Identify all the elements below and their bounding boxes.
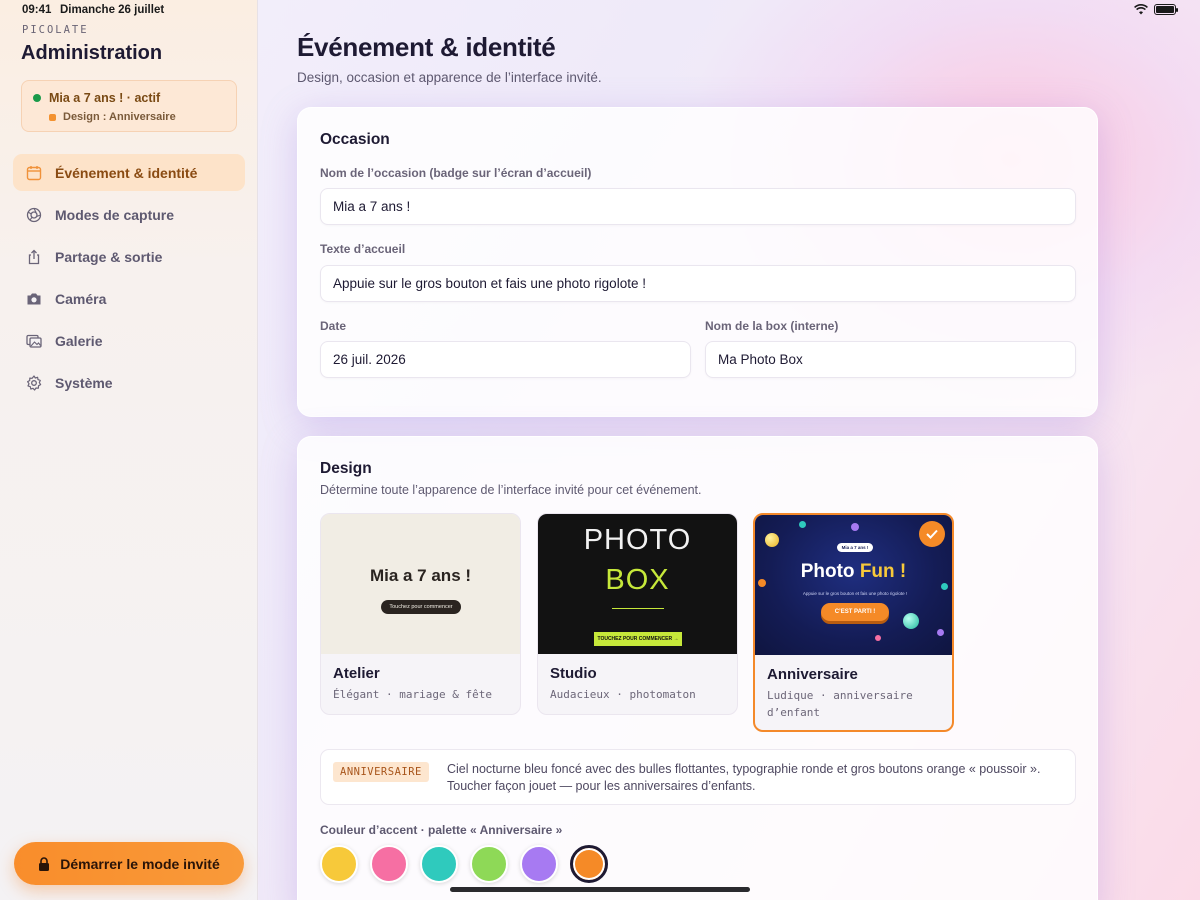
page-subtitle: Design, occasion et apparence de l’inter… [297,70,602,85]
status-date: Dimanche 26 juillet [60,4,165,16]
share-icon [25,248,43,266]
theme-meta: Élégant · mariage & fête [333,688,492,701]
theme-name: Studio [550,665,597,682]
calendar-icon [25,164,43,182]
sidebar-item-label: Système [55,374,113,391]
theme-info-box: ANNIVERSAIRE Ciel nocturne bleu foncé av… [320,749,1076,805]
sidebar-item-label: Événement & identité [55,164,198,181]
sidebar-item-share-output[interactable]: Partage & sortie [13,238,245,275]
theme-card-studio[interactable]: PHOTO BOX TOUCHEZ POUR COMMENCER → Studi… [537,513,738,715]
bubble-decoration [941,583,948,590]
bubble-decoration [799,521,806,528]
date-field[interactable]: 26 juil. 2026 [320,341,691,378]
lock-icon [39,856,50,871]
theme-meta: Audacieux · photomaton [550,688,696,701]
wifi-icon [1134,4,1148,15]
active-status-dot [33,94,41,102]
sidebar-item-capture-modes[interactable]: Modes de capture [13,196,245,233]
occasion-card: Occasion Nom de l’occasion (badge sur l’… [297,107,1098,417]
preview-line-photo: PHOTO [583,524,692,556]
status-bar: 09:41 Dimanche 26 juillet [0,0,1200,22]
preview-divider [612,608,664,609]
page-title: Événement & identité [297,32,556,62]
theme-preview-atelier: Mia a 7 ans ! Touchez pour commencer [321,514,520,654]
sidebar-item-event-identity[interactable]: Événement & identité [13,154,245,191]
preview-title: Photo Fun ! [755,561,952,583]
occasion-heading: Occasion [320,131,390,148]
theme-meta: Ludique · anniversaire d’enfant [767,689,913,719]
accent-color-label: Couleur d’accent · palette « Anniversair… [320,823,563,837]
home-indicator[interactable] [450,887,750,892]
status-time: 09:41 [22,4,52,16]
camera-icon [25,290,43,308]
theme-card-anniversaire[interactable]: Mia a 7 ans ! Photo Fun ! Appuie sur le … [753,513,954,732]
bubble-decoration [903,613,919,629]
occasion-name-label: Nom de l’occasion (badge sur l’écran d’a… [320,166,592,180]
battery-icon [1154,4,1178,15]
start-guest-mode-label: Démarrer le mode invité [60,855,220,872]
preview-welcome-text: Appuie sur le gros bouton et fais une ph… [802,591,908,596]
accent-color-swatch[interactable] [320,845,358,883]
sidebar-item-gallery[interactable]: Galerie [13,322,245,359]
bubble-decoration [851,523,859,531]
bubble-decoration [937,629,944,636]
preview-title-part-b: Fun ! [859,561,907,582]
design-card: Design Détermine toute l’apparence de l’… [297,436,1098,900]
design-description: Détermine toute l’apparence de l’interfa… [320,483,702,497]
active-event-chip[interactable]: Mia a 7 ans ! · actif Design : Anniversa… [21,80,237,132]
sidebar-item-system[interactable]: Système [13,364,245,401]
preview-start-button: Touchez pour commencer [381,600,461,614]
sidebar-item-label: Partage & sortie [55,248,163,265]
box-name-field[interactable]: Ma Photo Box [705,341,1076,378]
preview-title-part-a: Photo [800,561,860,582]
aperture-icon [25,206,43,224]
gear-icon [25,374,43,392]
sidebar-item-label: Caméra [55,290,107,307]
date-label: Date [320,319,347,333]
accent-color-swatch[interactable] [570,845,608,883]
bubble-decoration [765,533,779,547]
sidebar: PICOLATE Administration Mia a 7 ans ! · … [0,0,258,900]
sidebar-title: Administration [21,42,163,64]
active-event-design: Design : Anniversaire [63,111,176,123]
theme-card-atelier[interactable]: Mia a 7 ans ! Touchez pour commencer Ate… [320,513,521,715]
gallery-icon [25,332,43,350]
preview-line-box: BOX [605,564,670,596]
theme-name: Atelier [333,665,380,682]
accent-color-swatch[interactable] [420,845,458,883]
preview-title: Mia a 7 ans ! [369,566,472,585]
sidebar-item-camera[interactable]: Caméra [13,280,245,317]
preview-start-button: C’EST PARTI ! [821,603,889,621]
theme-info-text: Ciel nocturne bleu foncé avec des bulles… [447,762,1041,793]
sidebar-item-label: Galerie [55,332,103,349]
theme-preview-studio: PHOTO BOX TOUCHEZ POUR COMMENCER → [538,514,737,654]
accent-color-swatch[interactable] [470,845,508,883]
theme-name: Anniversaire [767,666,858,683]
box-name-label: Nom de la box (interne) [705,319,839,333]
active-event-name: Mia a 7 ans ! · actif [49,91,161,105]
design-heading: Design [320,460,372,477]
start-guest-mode-button[interactable]: Démarrer le mode invité [14,842,244,885]
sidebar-nav: Événement & identité Modes de capture Pa… [13,154,245,406]
brand-label: PICOLATE [22,24,89,36]
accent-color-swatches [320,845,608,883]
preview-occasion-chip: Mia a 7 ans ! [837,543,873,552]
welcome-text-field[interactable]: Appuie sur le gros bouton et fais une ph… [320,265,1076,302]
preview-start-button: TOUCHEZ POUR COMMENCER → [594,632,682,646]
occasion-name-field[interactable]: Mia a 7 ans ! [320,188,1076,225]
welcome-text-label: Texte d’accueil [320,242,406,256]
sidebar-item-label: Modes de capture [55,206,175,223]
accent-color-swatch[interactable] [370,845,408,883]
theme-badge: ANNIVERSAIRE [333,762,429,782]
selected-check-icon [919,521,945,547]
design-color-marker [49,113,56,121]
bubble-decoration [875,635,881,641]
accent-color-swatch[interactable] [520,845,558,883]
